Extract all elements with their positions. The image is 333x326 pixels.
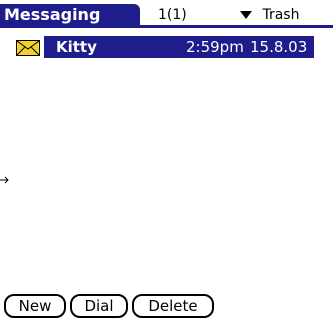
message-date: 15.8.03 <box>250 38 308 56</box>
new-button[interactable]: New <box>4 294 66 318</box>
message-counter: 1(1) <box>158 7 187 23</box>
message-row[interactable]: Kitty 2:59pm 15.8.03 <box>0 36 333 58</box>
dropdown-arrow-icon <box>240 11 252 19</box>
delete-button[interactable]: Delete <box>132 294 214 318</box>
message-row-selected[interactable]: Kitty 2:59pm 15.8.03 <box>44 36 314 58</box>
left-arrow-marker-icon <box>0 176 9 184</box>
category-dropdown[interactable]: Trash <box>240 4 299 26</box>
message-from: Kitty <box>56 38 97 56</box>
app-title: Messaging <box>0 4 140 26</box>
message-time: 2:59pm <box>186 38 244 56</box>
messaging-screen: { "header": { "title": "Messaging", "cou… <box>0 0 333 326</box>
dial-button[interactable]: Dial <box>70 294 128 318</box>
envelope-icon <box>16 40 40 56</box>
category-label: Trash <box>262 7 300 23</box>
